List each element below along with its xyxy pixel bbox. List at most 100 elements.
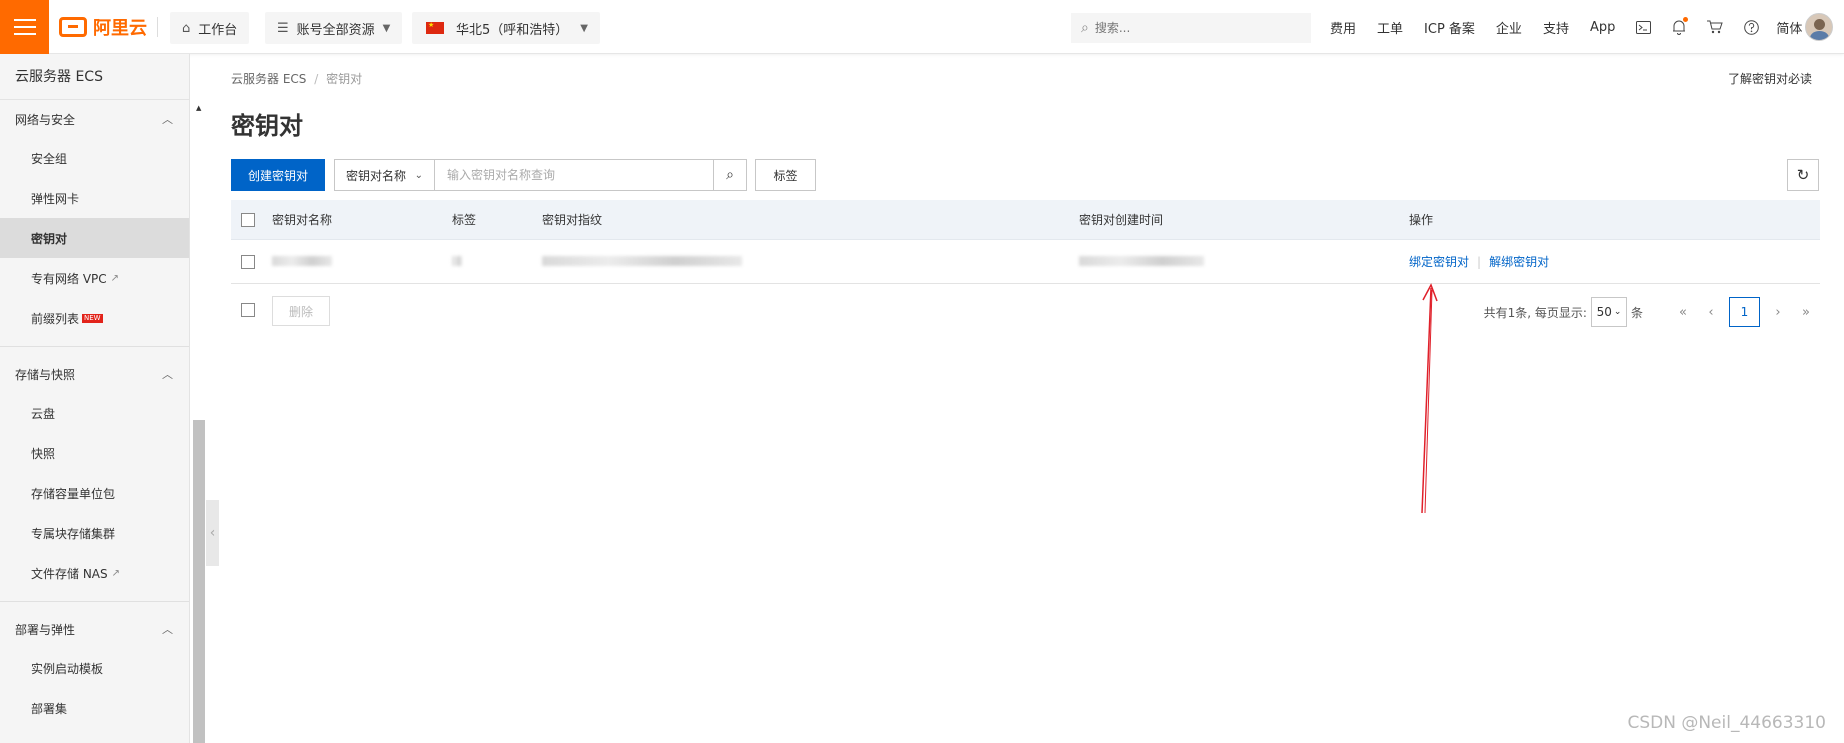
top-nav-links: 费用 工单 ICP 备案 企业 支持 App 简体 — [1330, 0, 1823, 54]
filter-field-select[interactable]: 密钥对名称 ⌄ — [334, 159, 435, 191]
column-header-fingerprint: 密钥对指纹 — [542, 213, 603, 227]
last-page-button[interactable]: » — [1792, 297, 1820, 327]
menu-button[interactable] — [0, 0, 49, 54]
nav-ticket[interactable]: 工单 — [1377, 18, 1403, 37]
table-footer: 删除 共有1条, 每页显示: 50 ⌄ 条 « ‹ 1 › » — [231, 294, 1820, 330]
chevron-left-icon: ‹ — [209, 525, 216, 541]
table-header: 密钥对名称 标签 密钥对指纹 密钥对创建时间 操作 — [231, 200, 1820, 240]
sidebar-item-label: 专属块存储集群 — [31, 526, 116, 541]
nav-support[interactable]: 支持 — [1543, 18, 1569, 37]
select-all-checkbox[interactable] — [241, 212, 255, 227]
pagination: 共有1条, 每页显示: 50 ⌄ 条 « ‹ 1 › » — [1484, 296, 1820, 328]
sidebar-group-label: 网络与安全 — [15, 112, 76, 127]
chevron-up-icon: ︿ — [162, 623, 173, 636]
action-separator: | — [1477, 255, 1482, 269]
bind-keypair-link[interactable]: 绑定密钥对 — [1409, 255, 1469, 269]
unbind-keypair-link[interactable]: 解绑密钥对 — [1489, 255, 1549, 269]
region-select[interactable]: 华北5（呼和浩特） ▼ — [412, 12, 600, 44]
sidebar-item-label: 部署集 — [31, 701, 68, 716]
sidebar-item-keypair[interactable]: 密钥对 — [0, 218, 189, 258]
prev-page-button[interactable]: ‹ — [1697, 297, 1725, 327]
terminal-icon[interactable] — [1632, 16, 1654, 38]
user-avatar[interactable] — [1805, 13, 1833, 41]
first-page-button[interactable]: « — [1669, 297, 1697, 327]
nav-enterprise[interactable]: 企业 — [1496, 18, 1522, 37]
scroll-up-arrow-icon[interactable]: ▲ — [196, 104, 201, 112]
sidebar-item-scu[interactable]: 存储容量单位包 — [0, 473, 189, 513]
brand-name: 阿里云 — [93, 18, 147, 39]
create-keypair-button[interactable]: 创建密钥对 — [231, 159, 325, 191]
search-button[interactable]: ⌕ — [713, 159, 747, 191]
sidebar-item-security-group[interactable]: 安全组 — [0, 138, 189, 178]
chevron-down-icon: ▼ — [580, 22, 588, 34]
keypair-name-redacted — [272, 255, 332, 269]
footer-select-all-checkbox[interactable] — [241, 303, 255, 317]
global-search[interactable]: ⌕ — [1071, 13, 1311, 43]
row-actions: 绑定密钥对 | 解绑密钥对 — [1409, 253, 1549, 270]
external-link-icon: ↗ — [111, 567, 121, 579]
sidebar-group-deployment[interactable]: 部署与弹性 ︿ — [0, 610, 189, 648]
sidebar-item-prefix-list[interactable]: 前缀列表 NEW — [0, 298, 189, 338]
breadcrumb-ecs[interactable]: 云服务器 ECS — [231, 72, 306, 86]
resource-group-select[interactable]: ☰ 账号全部资源 ▼ — [265, 12, 403, 44]
nav-icp[interactable]: ICP 备案 — [1424, 18, 1475, 37]
sidebar-item-nas[interactable]: 文件存储 NAS ↗ — [0, 553, 189, 593]
sidebar-item-dedicated-block-storage[interactable]: 专属块存储集群 — [0, 513, 189, 553]
keypair-tag-redacted — [452, 255, 462, 269]
keypair-guide-link[interactable]: 了解密钥对必读 — [1728, 70, 1812, 87]
next-page-button[interactable]: › — [1764, 297, 1792, 327]
sidebar-item-deployment-set[interactable]: 部署集 — [0, 688, 189, 728]
workbench-label: 工作台 — [198, 22, 238, 38]
row-checkbox[interactable] — [241, 254, 255, 269]
sidebar-group-storage[interactable]: 存储与快照 ︿ — [0, 355, 189, 393]
watermark: CSDN @Neil_44663310 — [1627, 713, 1826, 733]
chevron-down-icon: ⌄ — [414, 169, 423, 181]
nav-app[interactable]: App — [1590, 20, 1615, 35]
top-bar: 阿里云 ⌂ 工作台 ☰ 账号全部资源 ▼ 华北5（呼和浩特） ▼ ⌕ 费用 工单… — [0, 0, 1844, 54]
keypair-search-input[interactable] — [434, 159, 714, 191]
tag-button[interactable]: 标签 — [755, 159, 816, 191]
sidebar-group-network-security[interactable]: 网络与安全 ︿ — [0, 100, 189, 138]
new-badge: NEW — [82, 313, 103, 323]
sidebar-divider — [0, 346, 189, 347]
server-icon: ☰ — [277, 20, 289, 36]
hamburger-icon — [13, 19, 36, 35]
sidebar-title: 云服务器 ECS — [0, 54, 189, 100]
aliyun-logo[interactable]: 阿里云 — [59, 14, 147, 40]
sidebar-item-vpc[interactable]: 专有网络 VPC ↗ — [0, 258, 189, 298]
sidebar: 云服务器 ECS 网络与安全 ︿ 安全组 弹性网卡 密钥对 专有网络 VPC ↗ … — [0, 54, 190, 743]
delete-button[interactable]: 删除 — [272, 296, 330, 326]
nav-billing[interactable]: 费用 — [1330, 18, 1356, 37]
sidebar-item-label: 实例启动模板 — [31, 661, 104, 676]
workbench-button[interactable]: ⌂ 工作台 — [170, 12, 250, 44]
sidebar-item-label: 专有网络 VPC — [31, 271, 107, 286]
notification-dot — [1683, 17, 1689, 22]
sidebar-item-snapshot[interactable]: 快照 — [0, 433, 189, 473]
keypair-fingerprint-redacted — [542, 255, 742, 269]
table-row: 绑定密钥对 | 解绑密钥对 — [231, 240, 1820, 284]
page-size-select[interactable]: 50 ⌄ — [1590, 297, 1627, 327]
filter-field-label: 密钥对名称 — [346, 168, 407, 183]
sidebar-item-label: 安全组 — [31, 151, 68, 166]
global-search-input[interactable] — [1094, 21, 1285, 35]
bell-icon[interactable] — [1668, 16, 1690, 38]
sidebar-item-label: 弹性网卡 — [31, 191, 80, 206]
cart-icon[interactable] — [1704, 16, 1726, 38]
language-switch[interactable]: 简体 — [1776, 18, 1802, 37]
sidebar-item-disk[interactable]: 云盘 — [0, 393, 189, 433]
sidebar-item-label: 前缀列表 — [31, 311, 80, 326]
external-link-icon: ↗ — [110, 272, 120, 284]
chevron-down-icon: ▼ — [382, 22, 391, 34]
help-icon[interactable] — [1740, 16, 1762, 38]
current-page-button[interactable]: 1 — [1729, 297, 1760, 327]
sidebar-item-eni[interactable]: 弹性网卡 — [0, 178, 189, 218]
sidebar-item-launch-template[interactable]: 实例启动模板 — [0, 648, 189, 688]
logo-divider — [157, 17, 158, 37]
chevron-up-icon: ︿ — [162, 368, 173, 381]
refresh-button[interactable]: ↻ — [1787, 159, 1819, 191]
sidebar-scrollbar[interactable] — [193, 420, 205, 743]
page-title: 密钥对 — [231, 112, 303, 140]
collapse-sidebar-handle[interactable]: ‹ — [206, 500, 219, 566]
breadcrumb: 云服务器 ECS / 密钥对 — [231, 70, 362, 87]
sidebar-group-label: 部署与弹性 — [15, 622, 76, 637]
